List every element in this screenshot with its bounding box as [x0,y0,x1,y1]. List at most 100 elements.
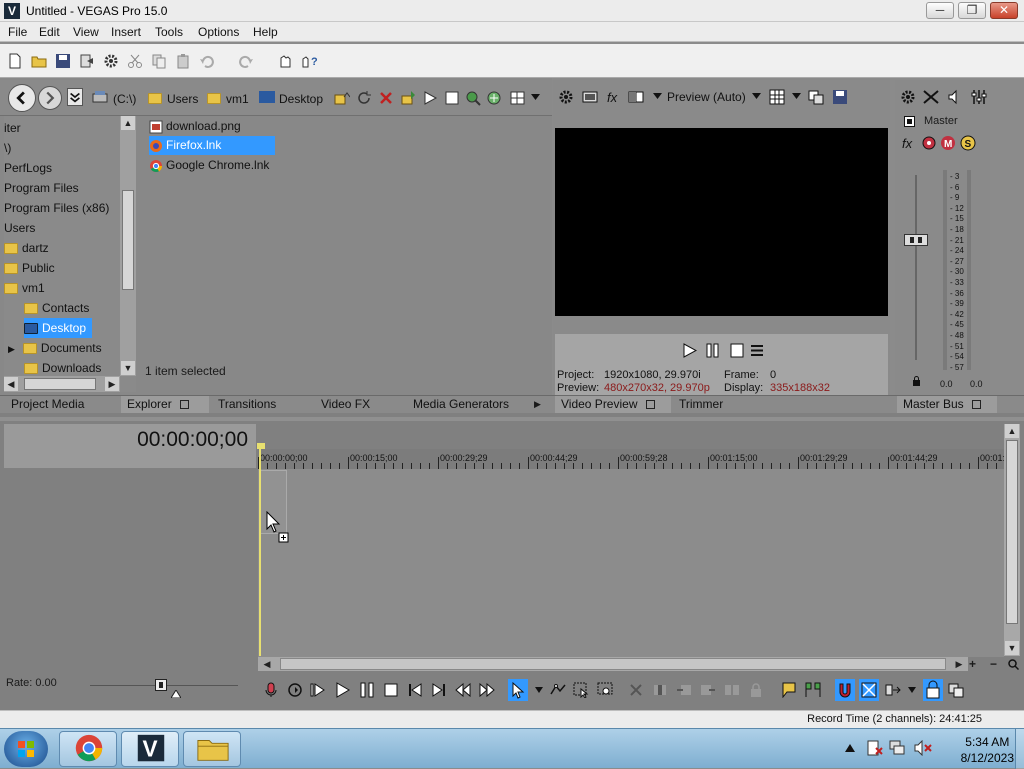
scroll-thumb[interactable] [122,190,134,290]
tab-media-generators[interactable]: Media Generators [407,396,515,414]
previous-frame-icon[interactable] [455,682,471,698]
zoom-in-icon[interactable]: + [969,657,976,671]
tree-vertical-scrollbar[interactable]: ▲ ▼ [120,116,136,376]
splitter[interactable] [0,417,1024,421]
track-view[interactable] [258,469,1004,657]
video-output-settings-gear-icon[interactable] [558,89,574,105]
tree-item[interactable]: PerfLogs [4,158,52,178]
tab-project-media[interactable]: Project Media [5,396,90,414]
envelope-tool-icon[interactable] [550,682,566,698]
network-icon[interactable] [889,740,907,756]
tab-video-preview[interactable]: Video Preview✕ [555,396,671,428]
expand-arrow-icon[interactable]: ▶ [8,344,15,354]
back-button[interactable] [8,84,36,112]
play-icon[interactable] [335,682,351,698]
tree-item[interactable]: Program Files [4,178,79,198]
menu-options[interactable]: Options [198,25,239,39]
tree-item[interactable]: vm1 [4,278,45,298]
tab-master-bus[interactable]: Master Bus✕ [897,396,997,428]
play-icon[interactable] [683,343,697,358]
undock-icon[interactable] [971,400,981,410]
breadcrumb-desktop[interactable]: Desktop [279,92,323,106]
time-ruler[interactable]: 00:00:00;00 00:00:15;00 00:00:29;29 00:00:4… [258,449,1005,469]
properties-gear-icon[interactable] [103,53,119,69]
tab-explorer[interactable]: Explorer✕ [121,396,209,428]
breadcrumb-users[interactable]: Users [167,92,198,106]
show-desktop-button[interactable] [1015,729,1024,769]
recent-folders-dropdown[interactable] [67,88,83,106]
normal-edit-tool-button[interactable] [508,679,528,701]
copy-snapshot-icon[interactable] [808,89,824,105]
add-to-favorites-icon[interactable] [400,90,416,106]
insert-marker-icon[interactable] [781,682,797,698]
stop-icon[interactable] [383,682,399,698]
new-file-icon[interactable] [7,53,23,69]
go-to-end-icon[interactable] [431,682,447,698]
undock-icon[interactable] [179,400,189,410]
tree-item[interactable]: Users [4,218,35,238]
get-media-icon[interactable] [486,90,502,106]
normal-edit-tool-icon[interactable] [277,53,293,69]
lock-icon[interactable] [912,376,921,386]
scroll-right-arrow[interactable]: ▶ [952,657,966,671]
system-clock[interactable]: 5:34 AM 8/12/2023 [961,734,1014,766]
loop-playback-icon[interactable] [287,682,303,698]
rate-slider-handle[interactable] [155,679,167,691]
chevron-down-icon[interactable] [908,687,916,693]
overlays-grid-icon[interactable] [769,89,785,105]
tree-item[interactable]: Downloads [24,358,101,378]
chevron-down-icon[interactable] [653,93,662,99]
tab-trimmer[interactable]: Trimmer [673,396,729,414]
save-snapshot-icon[interactable] [832,89,848,105]
scroll-up-arrow[interactable]: ▲ [1005,424,1019,438]
menu-tools[interactable]: Tools [155,25,183,39]
maximize-button[interactable]: ❐ [958,2,986,19]
taskbar-vegas[interactable]: V [121,731,179,767]
scroll-right-arrow[interactable]: ▶ [105,377,119,391]
master-settings-gear-icon[interactable] [900,89,916,105]
tree-item[interactable]: dartz [4,238,49,258]
scroll-thumb[interactable] [24,378,96,390]
tree-item[interactable]: \) [4,138,11,158]
insert-region-icon[interactable] [805,682,821,698]
redo-icon[interactable] [238,53,254,69]
breadcrumb-vm1[interactable]: vm1 [226,92,249,106]
forward-button[interactable] [38,86,62,110]
render-icon[interactable] [79,53,95,69]
timeline-horizontal-scrollbar[interactable]: ◀ ▶ [258,657,968,671]
file-item-selected[interactable]: Firefox.lnk [149,136,275,155]
mixer-icon[interactable] [971,89,987,105]
split-icon[interactable] [724,682,740,698]
paste-icon[interactable] [175,53,191,69]
ignore-event-grouping-icon[interactable] [948,682,964,698]
play-from-start-icon[interactable] [310,682,326,698]
tree-item[interactable]: ▶ Documents [8,338,102,358]
magnifier-icon[interactable] [1008,659,1019,670]
snapping-toggle[interactable] [835,679,855,701]
auto-preview-icon[interactable] [465,90,481,106]
scroll-left-arrow[interactable]: ◀ [4,377,18,391]
file-item[interactable]: download.png [149,117,241,136]
delete-event-icon[interactable] [628,682,644,698]
refresh-icon[interactable] [356,90,372,106]
stop-icon[interactable] [730,343,744,358]
stop-preview-icon[interactable] [444,90,460,106]
tab-video-fx[interactable]: Video FX [315,396,376,414]
tree-horizontal-scrollbar[interactable]: ◀ ▶ [4,376,120,392]
scroll-down-arrow[interactable]: ▼ [1005,641,1019,655]
trim-end-icon[interactable] [700,682,716,698]
volume-muted-icon[interactable] [913,740,933,756]
automation-icon[interactable] [921,135,937,151]
zoom-tool-icon[interactable] [597,682,613,698]
start-preview-icon[interactable] [422,90,438,106]
copy-icon[interactable] [151,53,167,69]
preview-device-icon[interactable] [582,89,598,105]
undo-icon[interactable] [199,53,215,69]
action-center-icon[interactable] [866,740,884,756]
solo-icon[interactable]: S [960,135,976,151]
volume-fader[interactable] [904,234,928,246]
go-to-start-icon[interactable] [407,682,423,698]
tabs-scroll-right-icon[interactable]: ▶ [534,399,541,410]
scroll-thumb[interactable] [280,658,946,670]
tree-item[interactable]: Contacts [24,298,89,318]
